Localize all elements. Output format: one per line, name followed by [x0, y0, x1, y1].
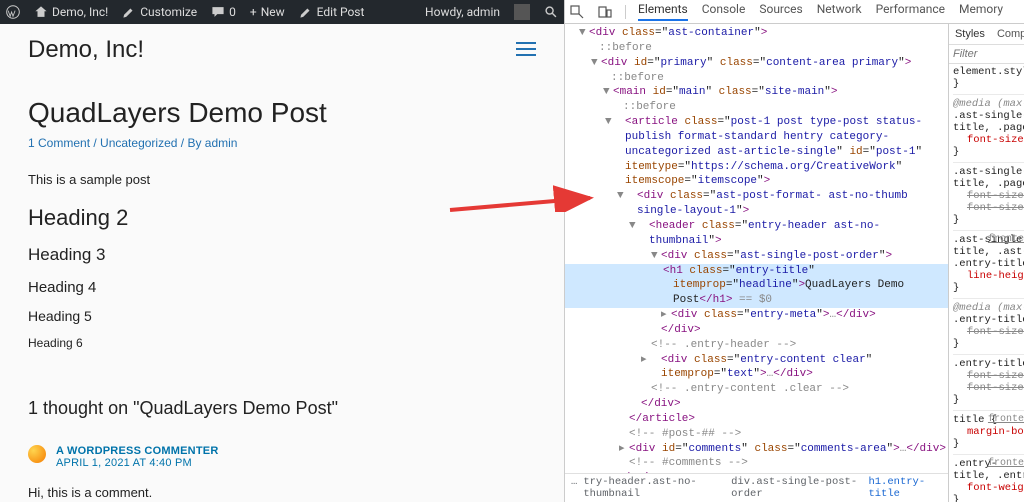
heading-6: Heading 6: [28, 336, 536, 350]
styles-tab-computed[interactable]: Computed: [997, 28, 1024, 40]
comments-title: 1 thought on "QuadLayers Demo Post": [28, 398, 536, 419]
comments-link[interactable]: 0: [211, 5, 236, 19]
meta-author[interactable]: admin: [205, 136, 238, 150]
crumb-0[interactable]: …: [571, 476, 577, 500]
source-link[interactable]: frontend.mi…ver=3.2.0:3: [988, 458, 1024, 469]
site-name-label: Demo, Inc!: [52, 5, 108, 19]
tab-network[interactable]: Network: [817, 2, 862, 21]
page-content: Demo, Inc! QuadLayers Demo Post 1 Commen…: [0, 24, 564, 502]
customize-label: Customize: [140, 5, 197, 19]
tab-sources[interactable]: Sources: [759, 2, 802, 21]
search-icon[interactable]: [544, 5, 558, 19]
edit-post-link[interactable]: Edit Post: [299, 5, 365, 19]
crumb-1[interactable]: try-header.ast-no-thumbnail: [583, 476, 725, 500]
customize-link[interactable]: Customize: [122, 5, 197, 19]
howdy-label: Howdy, admin: [425, 5, 500, 19]
source-link[interactable]: frontend.mi…ver=3.2.0:3: [988, 234, 1024, 245]
selected-dom-node: <h1 class="entry-title" itemprop="headli…: [565, 264, 948, 309]
inspect-icon[interactable]: [569, 4, 585, 20]
edit-post-label: Edit Post: [317, 5, 365, 19]
tab-performance[interactable]: Performance: [876, 2, 945, 21]
styles-tab-styles[interactable]: Styles: [955, 28, 985, 40]
crumb-3[interactable]: h1.entry-title: [868, 476, 942, 500]
entry-meta: 1 Comment / Uncategorized / By admin: [28, 136, 536, 150]
heading-5: Heading 5: [28, 308, 536, 324]
comment-item: A WORDPRESS COMMENTER APRIL 1, 2021 AT 4…: [28, 445, 536, 469]
wp-logo-icon[interactable]: [6, 5, 20, 19]
tab-elements[interactable]: Elements: [638, 2, 688, 21]
meta-category[interactable]: Uncategorized: [100, 136, 177, 150]
comment-date[interactable]: APRIL 1, 2021 AT 4:40 PM: [56, 457, 219, 469]
dom-tree[interactable]: ▼<div class="ast-container"> ::before ▼<…: [565, 24, 948, 473]
commenter-avatar-icon: [28, 445, 46, 463]
mobile-menu-icon[interactable]: [516, 41, 536, 60]
site-title[interactable]: Demo, Inc!: [28, 36, 144, 64]
tab-console[interactable]: Console: [702, 2, 746, 21]
howdy-link[interactable]: Howdy, admin: [425, 5, 500, 19]
user-avatar-icon[interactable]: [514, 4, 530, 20]
heading-4: Heading 4: [28, 279, 536, 296]
devtools: Elements Console Sources Network Perform…: [564, 0, 1024, 502]
source-link[interactable]: frontend.mi…ver=3.2.0:3: [988, 414, 1024, 425]
new-link[interactable]: +New: [250, 5, 285, 19]
devtools-toolbar: Elements Console Sources Network Perform…: [565, 0, 1024, 24]
comment-author[interactable]: A WORDPRESS COMMENTER: [56, 445, 219, 457]
heading-3: Heading 3: [28, 245, 536, 265]
comments-count: 0: [229, 5, 236, 19]
styles-pane: Styles Computed Layout » :hov .cls + ⏷ e…: [948, 24, 1024, 502]
heading-2: Heading 2: [28, 205, 536, 231]
device-toolbar-icon[interactable]: [597, 4, 613, 20]
tab-memory[interactable]: Memory: [959, 2, 1003, 21]
site-name-link[interactable]: Demo, Inc!: [34, 5, 108, 19]
dom-breadcrumbs[interactable]: … try-header.ast-no-thumbnail div.ast-si…: [565, 473, 948, 502]
sample-paragraph: This is a sample post: [28, 172, 536, 187]
comment-body: Hi, this is a comment.: [28, 485, 536, 500]
styles-filter-input[interactable]: [953, 48, 1024, 60]
meta-comments[interactable]: 1 Comment: [28, 136, 90, 150]
entry-title: QuadLayers Demo Post: [28, 96, 536, 130]
new-label: New: [261, 5, 285, 19]
crumb-2[interactable]: div.ast-single-post-order: [731, 476, 862, 500]
wp-admin-bar: Demo, Inc! Customize 0 +New Edit Post Ho…: [0, 0, 564, 24]
